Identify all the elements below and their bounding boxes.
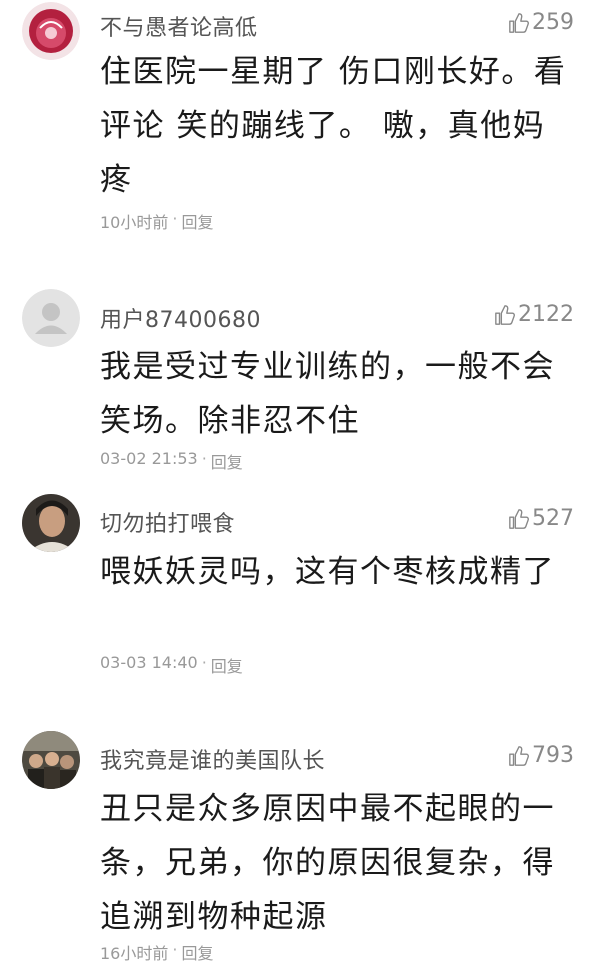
comment-meta: 10小时前 · 回复 — [100, 209, 213, 233]
comment-time: 03-02 21:53 — [100, 449, 198, 468]
like-button[interactable]: 527 — [508, 506, 574, 531]
comment-time: 03-03 14:40 — [100, 653, 198, 672]
comment-meta: 03-02 21:53 · 回复 — [100, 449, 243, 473]
like-count: 259 — [532, 10, 574, 35]
like-count: 2122 — [518, 302, 574, 327]
comment-username[interactable]: 切勿拍打喂食 — [100, 506, 235, 538]
default-user-avatar[interactable] — [22, 289, 80, 347]
thumbs-up-icon — [509, 12, 529, 33]
comment-time: 16小时前 — [100, 944, 169, 963]
comment-time: 10小时前 — [100, 213, 169, 232]
like-button[interactable]: 793 — [508, 743, 574, 768]
thumbs-up-icon — [495, 304, 515, 325]
meta-separator: · — [201, 653, 207, 672]
comment-text: 我是受过专业训练的，一般不会笑场。除非忍不住 — [100, 349, 555, 439]
pink-flower-avatar[interactable] — [22, 2, 80, 60]
reply-button[interactable]: 回复 — [181, 940, 213, 964]
reply-button[interactable]: 回复 — [211, 653, 243, 677]
comment-meta: 16小时前 · 回复 — [100, 940, 213, 964]
group-photo-avatar[interactable] — [22, 731, 80, 789]
person-photo-avatar[interactable] — [22, 494, 80, 552]
comment-username[interactable]: 我究竟是谁的美国队长 — [100, 743, 325, 775]
comment-meta: 03-03 14:40 · 回复 — [100, 653, 243, 677]
thumbs-up-icon — [509, 508, 529, 529]
comment-text: 喂妖妖灵吗，这有个枣核成精了 — [100, 554, 555, 590]
comment-username[interactable]: 用户87400680 — [100, 302, 261, 334]
meta-separator: · — [201, 449, 207, 468]
comment-text: 丑只是众多原因中最不起眼的一条，兄弟，你的原因很复杂，得追溯到物种起源 — [100, 791, 555, 935]
comment-text: 住医院一星期了 伤口刚长好。看评论 笑的蹦线了。 嗷，真他妈疼 — [100, 54, 567, 198]
like-count: 793 — [532, 743, 574, 768]
reply-button[interactable]: 回复 — [181, 209, 213, 233]
thumbs-up-icon — [509, 745, 529, 766]
meta-separator: · — [172, 940, 178, 959]
like-button[interactable]: 259 — [508, 10, 574, 35]
meta-separator: · — [172, 209, 178, 228]
like-count: 527 — [532, 506, 574, 531]
reply-button[interactable]: 回复 — [211, 449, 243, 473]
like-button[interactable]: 2122 — [494, 302, 574, 327]
comment-username[interactable]: 不与愚者论高低 — [100, 10, 258, 42]
